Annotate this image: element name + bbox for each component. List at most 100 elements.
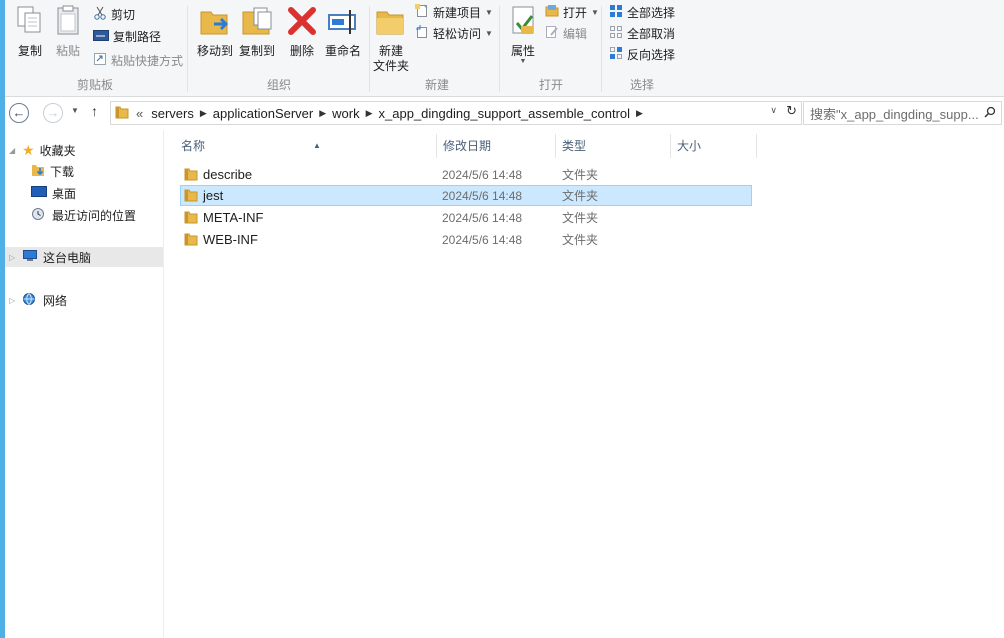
move-to-label: 移动到 [196,44,233,58]
delete-button[interactable]: 删除 [285,4,319,59]
properties-button[interactable]: 属性 ▼ [505,4,541,65]
invert-selection-label: 反向选择 [627,47,676,62]
nav-network[interactable]: ▷ 网络 [9,290,67,310]
properties-icon [507,4,539,42]
breadcrumb-applicationserver[interactable]: applicationServer [209,106,317,121]
file-name: describe [203,167,253,182]
ribbon-divider [601,6,602,92]
select-none-button[interactable]: 全部取消 [609,24,675,42]
nav-favorites-label: 收藏夹 [39,143,76,158]
breadcrumb-separator-icon[interactable]: ▶ [198,108,209,119]
nav-downloads-label: 下载 [50,164,75,179]
breadcrumb-current-folder[interactable]: x_app_dingding_support_assemble_control [375,106,635,121]
file-name: WEB-INF [203,232,258,247]
breadcrumb-overflow[interactable]: « [132,106,147,121]
back-arrow-icon: ← [12,105,26,120]
easy-access-button[interactable]: 轻松访问 ▼ [415,24,493,42]
sort-ascending-icon: ▲ [313,141,321,150]
refresh-icon: ↻ [786,103,797,118]
copy-to-button[interactable]: 复制到 [237,4,277,59]
file-row[interactable]: describe 2024/5/6 14:48 文件夹 [180,164,752,185]
nav-desktop-label: 桌面 [52,186,77,201]
nav-desktop[interactable]: 桌面 [31,183,76,203]
select-all-label: 全部选择 [627,5,676,20]
edit-button[interactable]: 编辑 [545,24,587,42]
move-to-button[interactable]: 移动到 [195,4,235,59]
chevron-down-icon: ▼ [71,106,79,115]
delete-x-icon [286,4,318,42]
forward-arrow-icon: → [46,105,60,120]
breadcrumb-work[interactable]: work [328,106,363,121]
clipboard-group: 复制 粘贴 剪切 复制路径 粘贴快捷方式 剪贴板 [5,0,185,96]
select-all-button[interactable]: 全部选择 [609,3,675,21]
clipboard-icon [53,4,83,42]
file-type: 文件夹 [562,189,599,203]
expand-arrow-icon[interactable]: ▷ [9,253,17,262]
copy-button[interactable]: 复制 [13,4,47,59]
search-input[interactable]: 搜索"x_app_dingding_supp... [803,101,1002,125]
up-button[interactable]: ↑ [91,103,98,119]
recent-locations-button[interactable]: ▼ [71,106,79,115]
organize-group-label: 组织 [266,78,291,92]
expand-arrow-icon[interactable]: ▷ [9,296,17,305]
nav-network-label: 网络 [43,293,68,308]
file-row[interactable]: META-INF 2024/5/6 14:48 文件夹 [180,207,752,228]
expand-arrow-icon[interactable]: ◢ [9,146,17,155]
new-group-label: 新建 [424,78,449,92]
move-to-icon [198,4,232,42]
column-header-modified[interactable]: 修改日期 [437,134,556,158]
network-icon [22,292,38,309]
computer-icon [22,249,38,266]
invert-selection-button[interactable]: 反向选择 [609,45,675,63]
column-header-name[interactable]: ▲ 名称 [175,134,437,158]
rename-label: 重命名 [324,44,361,58]
column-header-type[interactable]: 类型 [556,134,671,158]
new-folder-button[interactable]: 新建 文件夹 [371,4,411,74]
desktop-icon [31,185,47,202]
paste-button[interactable]: 粘贴 [51,4,85,59]
breadcrumb-separator-icon[interactable]: ▶ [317,108,328,119]
column-header-size[interactable]: 大小 [671,134,757,158]
new-item-button[interactable]: 新建项目 ▼ [415,3,493,21]
file-row-selected[interactable]: jest 2024/5/6 14:48 文件夹 [180,185,752,206]
navigation-pane: ◢ ★ 收藏夹 下载 桌面 最近访问的位置 ▷ 这台电脑 ▷ 网络 [5,130,164,638]
open-group: 属性 ▼ 打开 ▼ 编辑 打开 [501,0,601,96]
breadcrumb-separator-icon[interactable]: ▶ [634,108,645,119]
column-header-name-label: 名称 [181,139,206,153]
file-row[interactable]: WEB-INF 2024/5/6 14:48 文件夹 [180,229,752,250]
address-history-dropdown[interactable]: ∨ [770,105,777,116]
nav-this-pc[interactable]: ▷ 这台电脑 [5,247,163,267]
paste-shortcut-label: 粘贴快捷方式 [111,53,184,68]
refresh-button[interactable]: ↻ [786,103,797,119]
organize-group: 移动到 复制到 删除 重命名 组织 [191,0,367,96]
nav-recent-label: 最近访问的位置 [52,208,137,223]
paste-label: 粘贴 [55,44,80,58]
up-arrow-icon: ↑ [91,103,98,119]
address-bar[interactable]: « servers ▶ applicationServer ▶ work ▶ x… [110,101,802,125]
folder-icon [184,167,198,184]
nav-recent-places[interactable]: 最近访问的位置 [31,205,136,225]
back-button[interactable]: ← [9,103,29,123]
ribbon-divider [499,6,500,92]
nav-downloads[interactable]: 下载 [31,161,74,181]
select-none-icon [609,25,623,42]
easy-access-label: 轻松访问 [433,26,482,41]
cut-button[interactable]: 剪切 [93,5,135,23]
breadcrumb-servers[interactable]: servers [147,106,198,121]
paste-shortcut-button[interactable]: 粘贴快捷方式 [93,51,183,69]
folder-icon [184,232,198,249]
forward-button[interactable]: → [43,103,63,123]
file-type: 文件夹 [562,233,599,247]
copy-path-button[interactable]: 复制路径 [93,27,161,45]
downloads-folder-icon [31,163,45,180]
open-button[interactable]: 打开 ▼ [545,3,599,21]
folder-icon [184,188,198,205]
nav-favorites[interactable]: ◢ ★ 收藏夹 [9,140,159,160]
rename-button[interactable]: 重命名 [323,4,363,59]
rename-icon [326,4,360,42]
chevron-down-icon: ▼ [485,28,493,38]
file-type: 文件夹 [562,211,599,225]
breadcrumb-separator-icon[interactable]: ▶ [364,108,375,119]
ribbon-divider [187,6,188,92]
chevron-down-icon: ▼ [519,58,527,65]
